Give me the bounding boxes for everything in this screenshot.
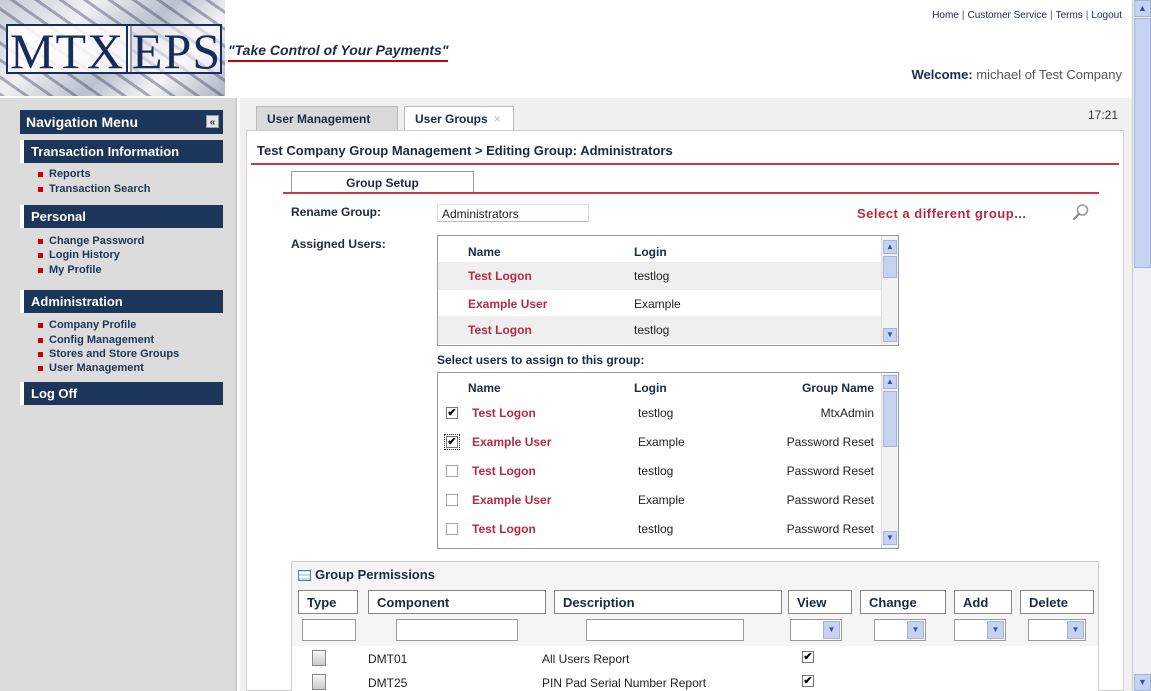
description-column-header[interactable]: Description [554,590,782,614]
collapse-icon[interactable]: « [206,115,219,128]
nav-item-user-management[interactable]: User Management [38,362,144,374]
nav-item-reports[interactable]: Reports [38,168,91,180]
group-editor-panel: Test Company Group Management > Editing … [246,130,1124,691]
search-icon[interactable] [1072,203,1090,221]
table-row[interactable]: DMT25 PIN Pad Serial Number Report ✔ [292,670,1098,691]
name-column-header: Name [468,381,501,395]
main-content: User Management User Groups × 17:21 Test … [240,98,1132,691]
scroll-up-icon[interactable]: ▲ [1134,0,1151,17]
name-column-header: Name [468,245,501,259]
view-permission-checkbox[interactable]: ✔ [802,651,814,663]
nav-section-administration[interactable]: Administration [20,290,223,313]
table-row[interactable]: ✔ Test Logon testlog MtxAdmin [438,399,898,427]
assigned-users-label: Assigned Users: [291,237,386,251]
grid-icon [298,570,311,582]
user-checkbox[interactable] [446,465,458,477]
group-permissions-panel: Group Permissions Type Component Descrip… [291,561,1099,691]
scroll-thumb[interactable] [883,391,897,447]
close-tab-icon[interactable]: × [494,112,501,126]
user-checkbox[interactable]: ✔ [444,434,460,450]
page-scrollbar[interactable]: ▲ ▼ [1132,0,1151,691]
user-checkbox[interactable] [446,494,458,506]
table-row[interactable]: Test Logon testlog [438,262,898,290]
table-row[interactable]: Test Logon testlog Password Reset [438,515,898,543]
scroll-down-icon[interactable]: ▼ [883,328,897,342]
login-column-header: Login [634,245,667,259]
selectable-users-scrollbar[interactable]: ▲ ▼ [881,373,898,548]
add-column-header[interactable]: Add [954,590,1012,614]
type-column-header[interactable]: Type [298,590,358,614]
view-column-header[interactable]: View [788,590,852,614]
nav-item-config-management[interactable]: Config Management [38,334,154,346]
navigation-menu-title: Navigation Menu « [20,110,223,134]
nav-item-login-history[interactable]: Login History [38,249,120,261]
nav-item-company-profile[interactable]: Company Profile [38,319,136,331]
scroll-up-icon[interactable]: ▲ [883,240,897,254]
table-row[interactable]: Example User Example [438,290,898,318]
nav-item-my-profile[interactable]: My Profile [38,264,102,276]
select-users-label: Select users to assign to this group: [437,353,645,367]
scroll-thumb[interactable] [883,256,897,278]
delete-column-header[interactable]: Delete [1020,590,1094,614]
welcome-text: Welcome: michael of Test Company [911,67,1122,82]
user-checkbox[interactable]: ✔ [446,407,458,419]
select-different-group-link[interactable]: Select a different group... [857,206,1027,221]
clock: 17:21 [1087,108,1118,122]
breadcrumb: Test Company Group Management > Editing … [257,143,673,158]
change-column-header[interactable]: Change [860,590,946,614]
assigned-users-list[interactable]: Name Login Test Logon testlog Example Us… [437,235,899,346]
login-column-header: Login [634,381,667,395]
chevron-down-icon[interactable]: ▼ [987,621,1004,639]
document-icon [312,674,326,690]
rename-group-input[interactable]: Administrators [437,204,589,222]
component-column-header[interactable]: Component [368,590,546,614]
description-filter-input[interactable] [586,619,744,641]
nav-section-log-off[interactable]: Log Off [20,382,223,405]
table-row[interactable]: Test Logon testlog Password Reset [438,457,898,485]
tab-user-management[interactable]: User Management [256,106,398,130]
scroll-up-icon[interactable]: ▲ [883,375,897,389]
view-filter-select[interactable]: ▼ [790,619,842,641]
home-link[interactable]: Home [932,10,959,21]
group-name-column-header: Group Name [801,381,874,395]
top-links: Home | Customer Service | Terms | Logout [932,10,1122,21]
customer-service-link[interactable]: Customer Service [967,10,1046,21]
chevron-down-icon[interactable]: ▼ [1067,621,1084,639]
nav-item-change-password[interactable]: Change Password [38,235,144,247]
scroll-down-icon[interactable]: ▼ [1134,674,1151,691]
nav-section-personal[interactable]: Personal [20,205,223,228]
scroll-thumb[interactable] [1134,18,1151,268]
nav-item-stores-and-store-groups[interactable]: Stores and Store Groups [38,348,179,360]
group-permissions-title: Group Permissions [298,567,435,582]
tagline: "Take Control of Your Payments" [228,42,449,62]
delete-filter-select[interactable]: ▼ [1028,619,1086,641]
mtx-eps-logo[interactable]: MTX EPS [0,0,225,96]
chevron-down-icon[interactable]: ▼ [907,621,924,639]
rename-group-label: Rename Group: [291,205,382,219]
assigned-users-scrollbar[interactable]: ▲ ▼ [881,236,898,345]
add-filter-select[interactable]: ▼ [954,619,1006,641]
header: MTX EPS "Take Control of Your Payments" … [0,0,1132,98]
tab-user-groups[interactable]: User Groups × [404,106,514,130]
table-row[interactable]: Example User Example Password Reset [438,486,898,514]
chevron-down-icon[interactable]: ▼ [823,621,840,639]
tab-group-setup[interactable]: Group Setup [291,171,474,193]
nav-item-transaction-search[interactable]: Transaction Search [38,183,151,195]
scroll-down-icon[interactable]: ▼ [883,531,897,545]
user-checkbox[interactable] [446,523,458,535]
type-filter-input[interactable] [302,619,356,641]
navigation-menu: Navigation Menu « Transaction Informatio… [0,98,237,691]
table-row[interactable]: ✔ Example User Example Password Reset [438,428,898,456]
component-filter-input[interactable] [396,619,518,641]
terms-link[interactable]: Terms [1056,10,1083,21]
logout-link[interactable]: Logout [1091,10,1122,21]
table-row[interactable]: Test Logon testlog [438,316,898,344]
nav-section-transaction-information[interactable]: Transaction Information [20,140,223,163]
change-filter-select[interactable]: ▼ [874,619,926,641]
table-row[interactable]: DMT01 All Users Report ✔ [292,646,1098,670]
selectable-users-list[interactable]: Name Login Group Name ✔ Test Logon testl… [437,372,899,549]
document-icon [312,650,326,666]
view-permission-checkbox[interactable]: ✔ [802,675,814,687]
